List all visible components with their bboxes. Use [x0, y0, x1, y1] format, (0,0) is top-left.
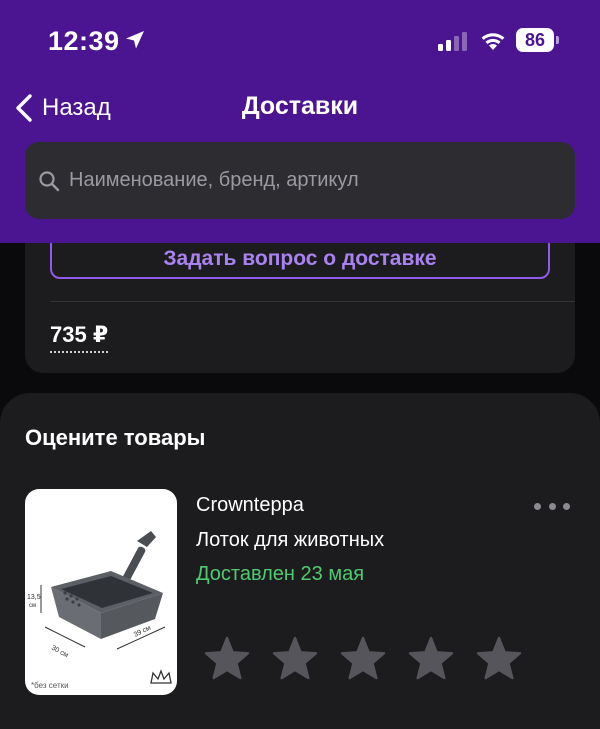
- more-icon[interactable]: [534, 499, 570, 513]
- app-header: 12:39 86 Назад Доставки: [0, 0, 600, 243]
- product-image[interactable]: 13,5 см 30 см 39 см *без сетки: [25, 489, 177, 695]
- search-icon: [39, 170, 60, 191]
- order-price[interactable]: 735 ₽: [50, 322, 109, 353]
- battery-tip: [556, 36, 559, 44]
- product-brand: Crowntерра: [196, 494, 304, 516]
- battery-level: 86: [516, 28, 554, 52]
- star-icon[interactable]: [340, 636, 386, 680]
- delivery-status: Доставлен 23 мая: [196, 563, 365, 585]
- nav-bar: Назад Доставки: [0, 80, 600, 136]
- status-bar: 12:39 86: [0, 0, 600, 80]
- page-title: Доставки: [241, 92, 359, 120]
- wifi-icon: [481, 33, 505, 50]
- search-input[interactable]: [69, 142, 575, 219]
- product-name: Лоток для животных: [196, 529, 385, 551]
- star-icon[interactable]: [272, 636, 318, 680]
- more-dot: [548, 502, 556, 510]
- rate-section-title: Оцените товары: [25, 425, 206, 450]
- svg-text:*без сетки: *без сетки: [31, 681, 69, 690]
- search-bar[interactable]: [25, 142, 575, 219]
- cellular-signal-icon: [438, 32, 467, 51]
- svg-text:см: см: [29, 603, 36, 609]
- star-icon[interactable]: [204, 636, 250, 680]
- rating-stars: [204, 636, 522, 680]
- battery-icon: 86: [516, 28, 559, 52]
- location-arrow-icon: [126, 31, 144, 49]
- star-icon[interactable]: [408, 636, 454, 680]
- status-time: 12:39: [48, 26, 120, 56]
- more-dot: [563, 502, 570, 510]
- svg-text:39 см: 39 см: [133, 625, 152, 639]
- svg-text:13,5: 13,5: [27, 594, 41, 601]
- divider: [50, 301, 575, 302]
- svg-text:30 см: 30 см: [50, 645, 69, 660]
- star-icon[interactable]: [476, 636, 522, 680]
- more-dot: [534, 502, 541, 510]
- rate-products-card: Оцените товары 13,5 см 30 см 39 см *без …: [0, 393, 600, 729]
